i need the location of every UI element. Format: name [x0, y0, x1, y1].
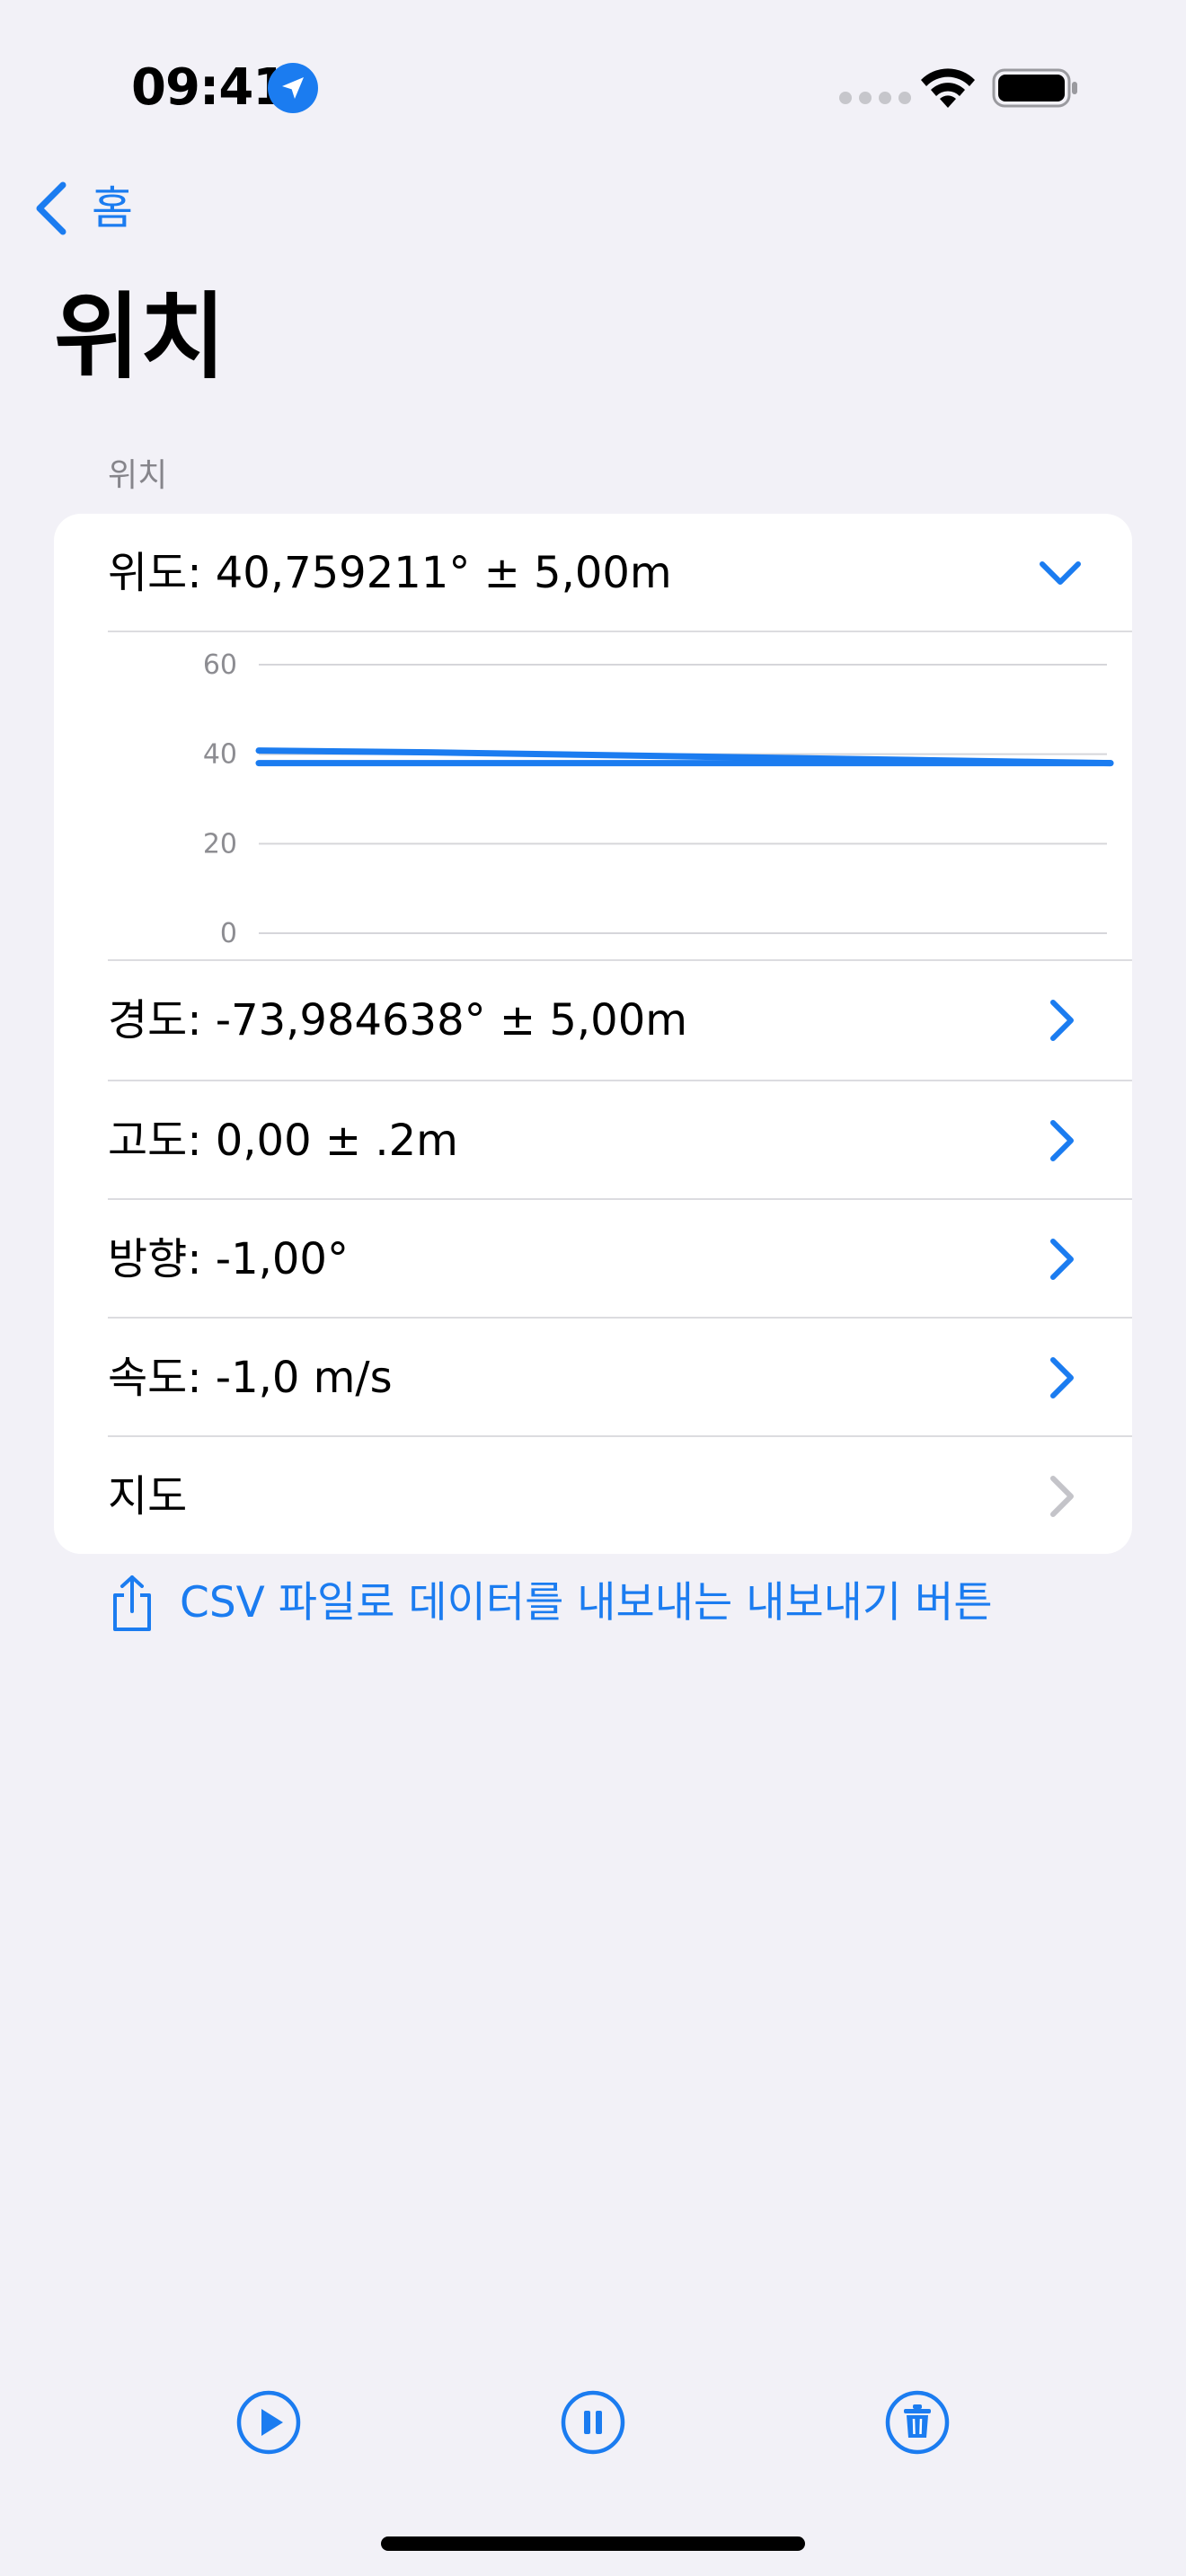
battery-full-icon: [992, 68, 1077, 108]
chevron-right-icon[interactable]: [1044, 1236, 1080, 1283]
chevron-left-icon[interactable]: [32, 180, 72, 237]
heading-label: 방향: -1,00°: [108, 1234, 349, 1284]
chevron-right-icon[interactable]: [1044, 1354, 1080, 1401]
section-header: 위치: [108, 457, 168, 494]
speed-row[interactable]: 속도: -1,0 m/s: [108, 1319, 1132, 1437]
chevron-right-icon[interactable]: [1044, 1117, 1080, 1164]
home-indicator: [381, 2536, 805, 2551]
location-card: 위도: 40,759211° ± 5,00m 60 40 20 0 경도: -73,9…: [54, 514, 1132, 1554]
chevron-right-icon[interactable]: [1044, 1473, 1080, 1520]
longitude-label: 경도: -73,984638° ± 5,00m: [108, 995, 688, 1045]
chart-y-tick-label: 60: [203, 649, 237, 681]
location-arrow-icon: [268, 63, 318, 113]
wifi-icon: [921, 68, 975, 108]
speed-label: 속도: -1,0 m/s: [108, 1353, 393, 1403]
page-title: 위치: [54, 282, 226, 392]
back-button-label[interactable]: 홈: [92, 180, 133, 237]
pause-circle-icon[interactable]: [560, 2389, 626, 2456]
map-row[interactable]: 지도: [108, 1437, 1132, 1554]
latitude-chart: 60 40 20 0: [203, 649, 1114, 949]
latitude-label: 위도: 40,759211° ± 5,00m: [108, 548, 672, 598]
chart-y-tick-label: 40: [203, 739, 237, 771]
chevron-right-icon[interactable]: [1044, 997, 1080, 1044]
altitude-label: 고도: 0,00 ± .2m: [108, 1116, 458, 1166]
heading-row[interactable]: 방향: -1,00°: [108, 1200, 1132, 1319]
status-time: 09:41: [131, 58, 288, 117]
share-icon[interactable]: [108, 1574, 156, 1633]
map-label: 지도: [108, 1471, 188, 1522]
chevron-down-icon[interactable]: [1037, 555, 1084, 591]
chart-y-tick-label: 20: [203, 828, 237, 860]
altitude-row[interactable]: 고도: 0,00 ± .2m: [108, 1081, 1132, 1200]
trash-circle-icon[interactable]: [884, 2389, 951, 2456]
chart-y-tick-label: 0: [220, 918, 237, 949]
export-csv-button[interactable]: CSV 파일로 데이터를 내보내는 내보내기 버튼: [180, 1574, 993, 1633]
play-circle-icon[interactable]: [235, 2389, 302, 2456]
latitude-row[interactable]: 위도: 40,759211° ± 5,00m: [108, 514, 1132, 632]
signal-dots-icon: [839, 92, 911, 104]
longitude-row[interactable]: 경도: -73,984638° ± 5,00m: [108, 961, 1132, 1080]
